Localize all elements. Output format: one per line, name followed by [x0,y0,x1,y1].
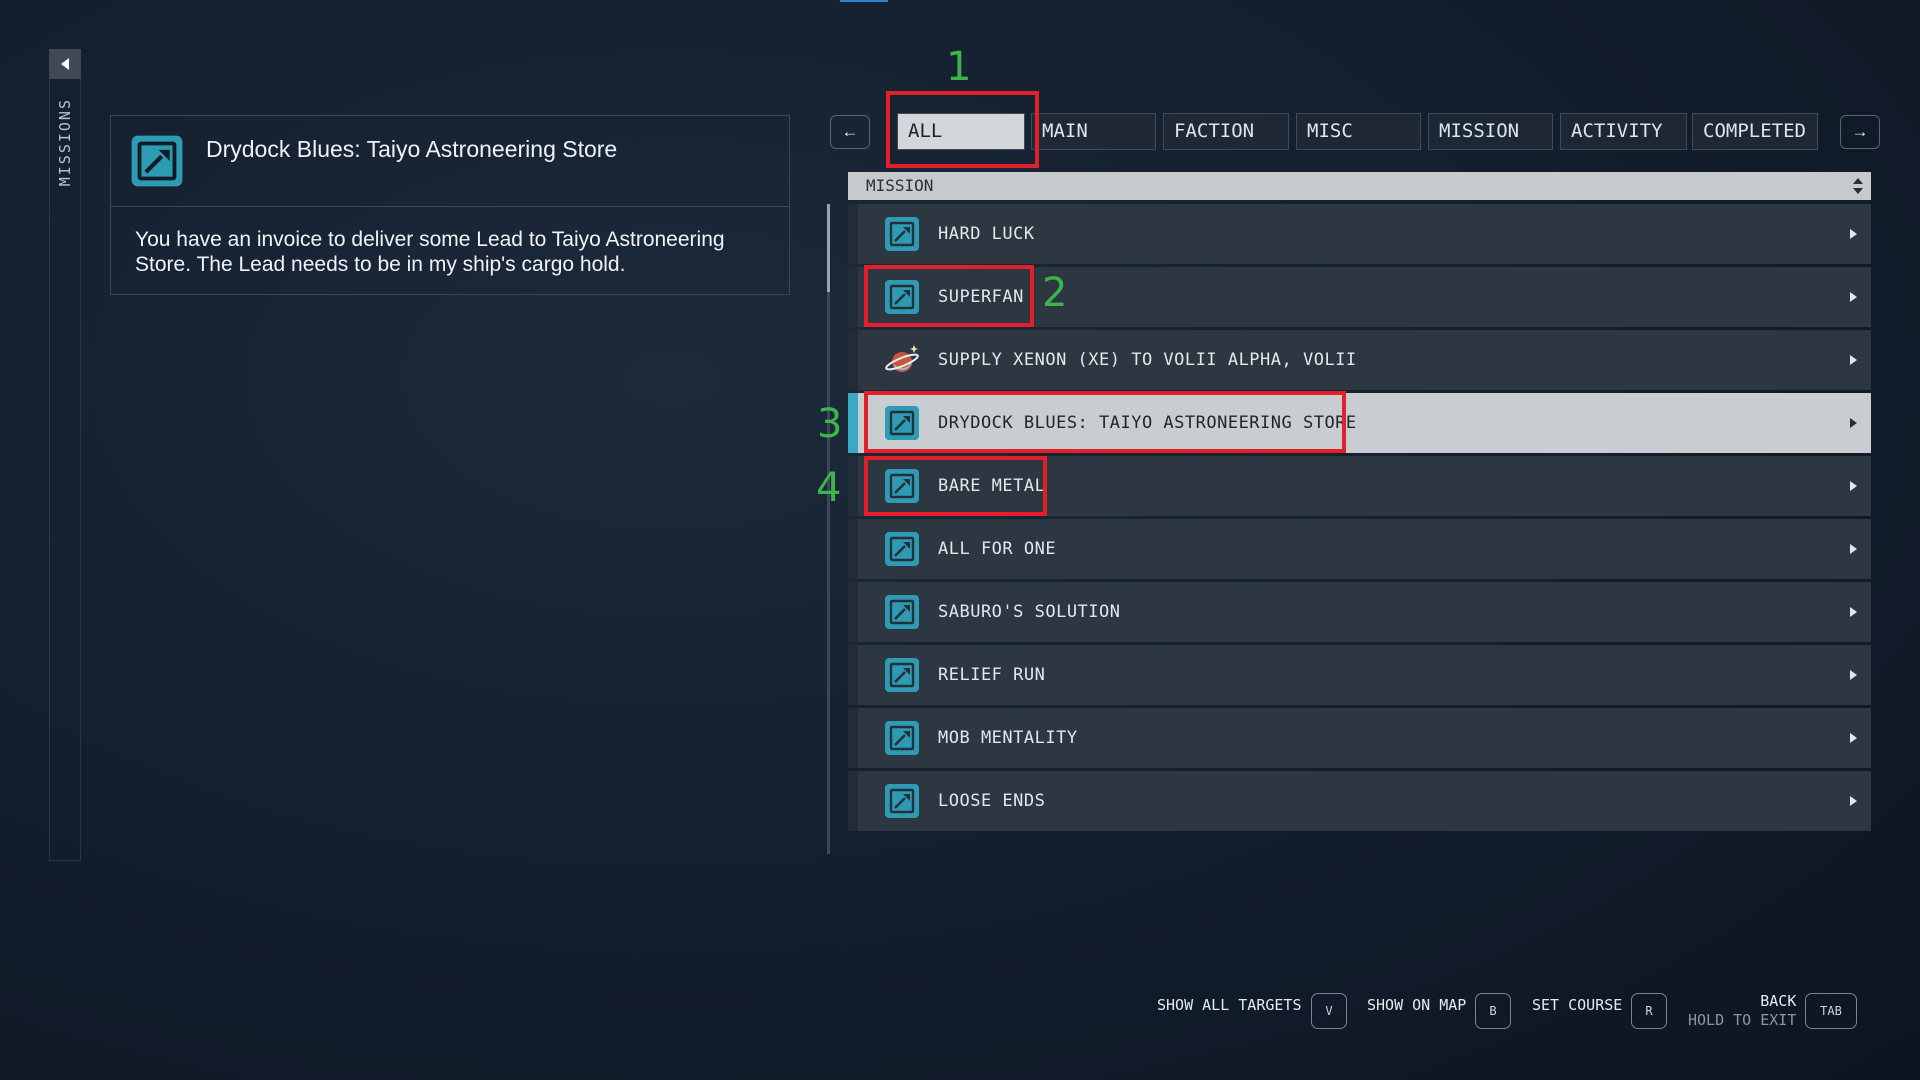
list-scrollbar[interactable] [827,204,830,854]
list-item-label: MOB MENTALITY [938,728,1078,748]
detail-title: Drydock Blues: Taiyo Astroneering Store [206,136,618,162]
tab-activity[interactable]: ACTIVITY [1560,113,1687,150]
annotation-number-4: 4 [816,465,842,511]
triangle-left-icon [61,58,69,70]
list-item[interactable]: SABURO'S SOLUTION [848,582,1871,642]
highlight-box-1 [886,91,1039,168]
sort-icon[interactable] [1853,176,1863,196]
list-header[interactable]: MISSION [848,172,1871,200]
top-indicator [840,0,888,2]
mission-icon [885,217,919,251]
collapse-button[interactable] [49,49,81,79]
list-item-label: HARD LUCK [938,224,1035,244]
show-on-map-label: SHOW ON MAP [1367,996,1467,1014]
chevron-right-icon [1850,607,1857,617]
next-tab-button[interactable]: → [1840,115,1880,149]
set-course-key[interactable]: R [1631,993,1667,1029]
scrollbar-thumb[interactable] [827,204,830,292]
mission-icon [885,595,919,629]
show-on-map-key[interactable]: B [1475,993,1511,1029]
sidebar-label: MISSIONS [56,98,74,187]
tab-main[interactable]: MAIN [1031,113,1156,150]
list-item-label: SABURO'S SOLUTION [938,602,1121,622]
list-item[interactable]: SUPPLY XENON (XE) TO VOLII ALPHA, VOLII [848,330,1871,390]
mission-detail-panel: Drydock Blues: Taiyo Astroneering Store … [110,115,790,295]
chevron-right-icon [1850,418,1857,428]
tab-faction[interactable]: FACTION [1163,113,1289,150]
highlight-box-2 [864,265,1034,327]
chevron-right-icon [1850,481,1857,491]
chevron-right-icon [1850,229,1857,239]
annotation-number-3: 3 [817,401,843,447]
list-item[interactable]: HARD LUCK [848,204,1871,264]
list-item-label: RELIEF RUN [938,665,1046,685]
show-all-targets-label: SHOW ALL TARGETS [1157,996,1302,1014]
mission-icon [885,658,919,692]
chevron-right-icon [1850,670,1857,680]
planet-icon [885,345,919,372]
hold-to-exit-label: HOLD TO EXIT [1688,1011,1797,1029]
chevron-right-icon [1850,292,1857,302]
list-item-label: ALL FOR ONE [938,539,1057,559]
mission-icon [885,721,919,755]
chevron-right-icon [1850,796,1857,806]
tab-mission[interactable]: MISSION [1428,113,1553,150]
highlight-box-3 [864,391,1346,453]
detail-description: You have an invoice to deliver some Lead… [135,228,725,276]
mission-icon [131,135,183,187]
back-label: BACK [1760,992,1797,1010]
list-item-label: SUPPLY XENON (XE) TO VOLII ALPHA, VOLII [938,350,1357,370]
tab-completed[interactable]: COMPLETED [1692,113,1818,150]
highlight-box-4 [864,456,1047,516]
list-item[interactable]: MOB MENTALITY [848,708,1871,768]
detail-header: Drydock Blues: Taiyo Astroneering Store [111,116,789,207]
back-label-group: BACK HOLD TO EXIT [1688,992,1796,1030]
annotation-number-1: 1 [946,44,972,90]
back-key[interactable]: TAB [1805,993,1857,1029]
chevron-right-icon [1850,544,1857,554]
show-all-targets-key[interactable]: V [1311,993,1347,1029]
list-item-label: LOOSE ENDS [938,791,1046,811]
chevron-right-icon [1850,355,1857,365]
set-course-label: SET COURSE [1532,996,1623,1014]
tab-misc[interactable]: MISC [1296,113,1421,150]
list-item[interactable]: ALL FOR ONE [848,519,1871,579]
annotation-number-2: 2 [1042,270,1068,316]
prev-tab-button[interactable]: ← [830,115,870,149]
chevron-right-icon [1850,733,1857,743]
list-header-label: MISSION [866,176,934,195]
list-item[interactable]: LOOSE ENDS [848,771,1871,831]
mission-icon [885,532,919,566]
list-item[interactable]: RELIEF RUN [848,645,1871,705]
mission-icon [885,784,919,818]
